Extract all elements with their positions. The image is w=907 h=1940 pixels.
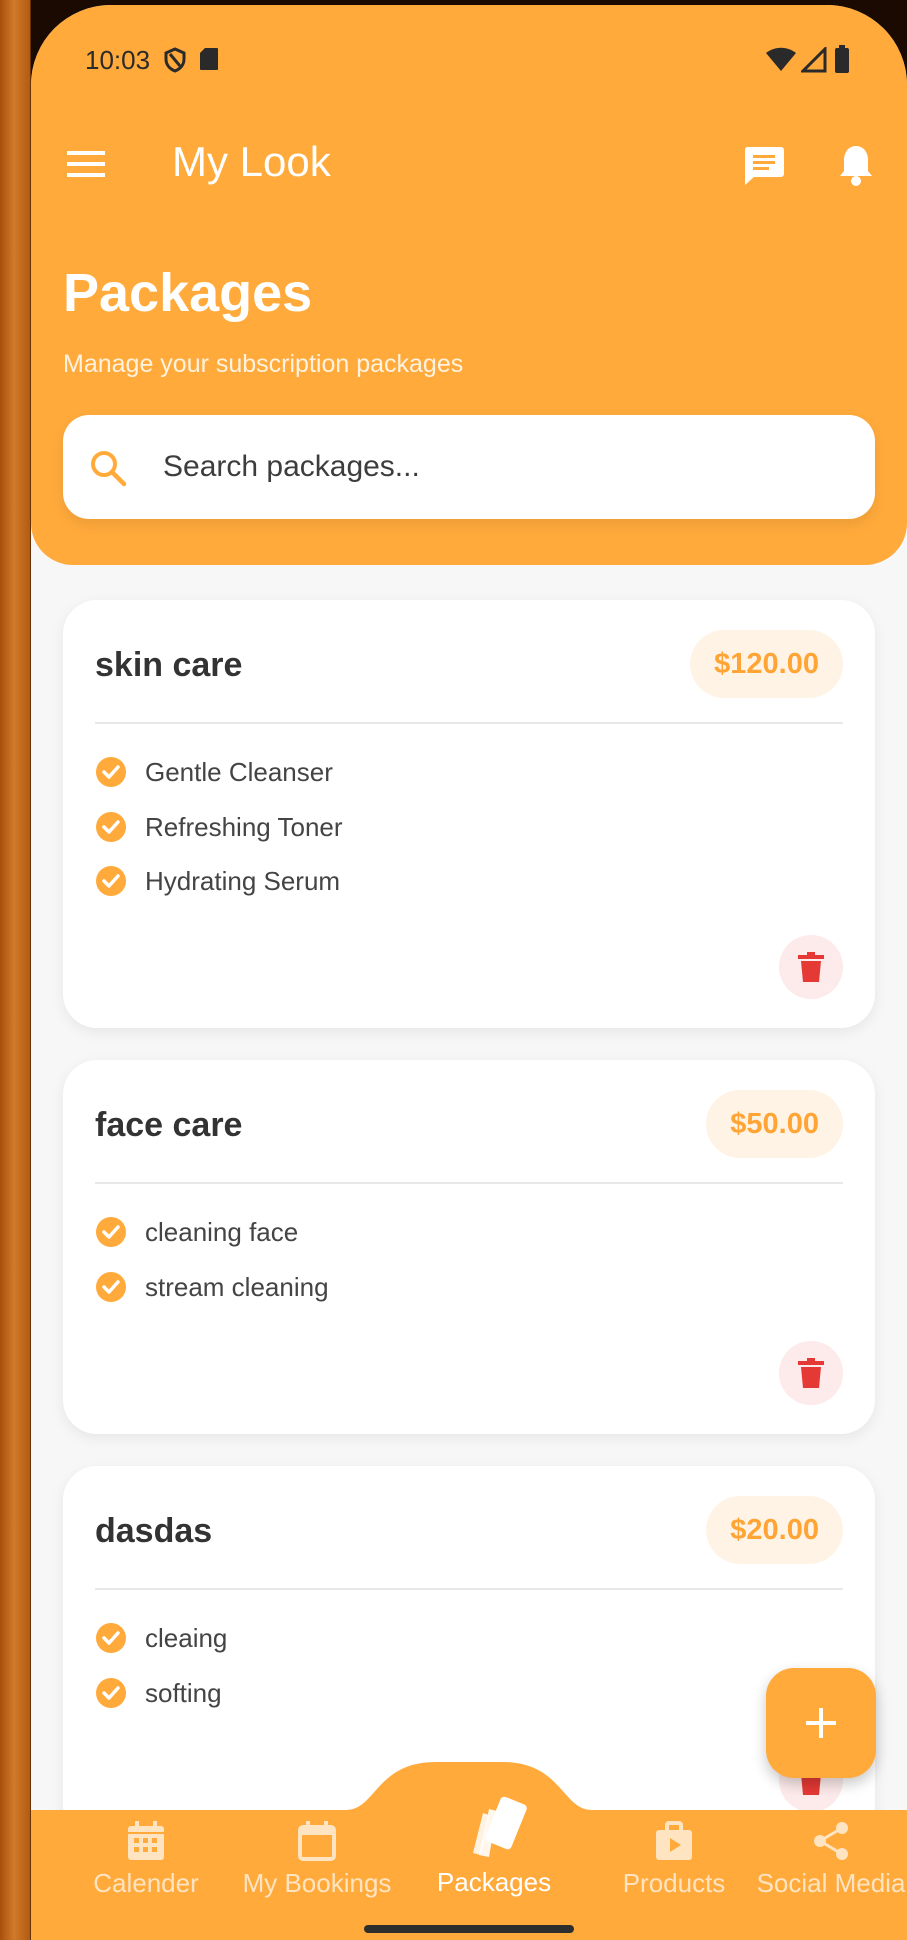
card-divider bbox=[95, 722, 843, 724]
check-circle-icon bbox=[96, 866, 126, 896]
card-divider bbox=[95, 1588, 843, 1590]
plus-icon bbox=[806, 1708, 836, 1738]
check-circle-icon bbox=[96, 1678, 126, 1708]
feature-label: stream cleaning bbox=[145, 1271, 329, 1302]
delete-package-button[interactable] bbox=[779, 1341, 843, 1405]
check-circle-icon bbox=[96, 757, 126, 787]
package-feature-item: Gentle Cleanser bbox=[95, 752, 333, 792]
nav-label: Calender bbox=[93, 1868, 199, 1898]
search-bar[interactable] bbox=[63, 415, 875, 519]
card-divider bbox=[95, 1182, 843, 1184]
feature-label: Hydrating Serum bbox=[145, 865, 341, 896]
check-circle-icon bbox=[96, 1623, 126, 1653]
nav-label: Packages bbox=[436, 1867, 552, 1897]
packages-icon bbox=[473, 1796, 527, 1857]
feature-label: Refreshing Toner bbox=[145, 811, 343, 842]
status-time: 10:03 bbox=[85, 45, 151, 75]
package-feature-item: softing bbox=[95, 1673, 222, 1713]
nav-label: Social Media bbox=[756, 1868, 906, 1898]
package-name: dasdas bbox=[95, 1512, 213, 1550]
shield-status-icon bbox=[164, 47, 186, 73]
nav-label: Products bbox=[622, 1868, 726, 1898]
nav-item-packages[interactable]: Packages bbox=[406, 1795, 582, 1898]
package-feature-item: Hydrating Serum bbox=[95, 861, 340, 901]
feature-label: softing bbox=[145, 1677, 222, 1708]
menu-icon[interactable] bbox=[67, 150, 105, 178]
phone-screen: 10:03 My Look Packages Manage your subsc… bbox=[31, 5, 907, 1940]
package-feature-item: cleaning face bbox=[95, 1212, 298, 1252]
chat-icon[interactable] bbox=[743, 145, 785, 187]
package-feature-item: Refreshing Toner bbox=[95, 807, 343, 847]
battery-icon bbox=[835, 45, 849, 73]
package-price-badge: $50.00 bbox=[706, 1090, 843, 1158]
nav-item-social-media[interactable]: Social Media bbox=[741, 1820, 907, 1899]
notification-bell-icon[interactable] bbox=[838, 143, 874, 187]
feature-label: cleaing bbox=[145, 1622, 228, 1653]
feature-label: Gentle Cleanser bbox=[145, 756, 333, 787]
page-subtitle: Manage your subscription packages bbox=[63, 350, 464, 378]
search-icon bbox=[91, 451, 127, 487]
calendar-grid-icon bbox=[128, 1821, 164, 1860]
header-panel: 10:03 My Look Packages Manage your subsc… bbox=[31, 5, 907, 565]
calendar-icon bbox=[298, 1821, 336, 1861]
package-feature-item: cleaing bbox=[95, 1618, 227, 1658]
nav-item-products[interactable]: Products bbox=[586, 1820, 762, 1899]
search-input[interactable] bbox=[163, 437, 843, 497]
package-feature-item: stream cleaning bbox=[95, 1267, 329, 1307]
delete-package-button[interactable] bbox=[779, 935, 843, 999]
feature-label: cleaning face bbox=[145, 1216, 299, 1247]
package-card[interactable]: skin care $120.00 Gentle Cleanser Refres… bbox=[63, 600, 875, 1028]
package-price-badge: $120.00 bbox=[690, 630, 843, 698]
page-title: Packages bbox=[63, 263, 313, 323]
nav-label: My Bookings bbox=[242, 1868, 392, 1898]
wifi-icon bbox=[766, 47, 796, 71]
signal-icon bbox=[801, 47, 827, 73]
package-card[interactable]: face care $50.00 cleaning face stream cl… bbox=[63, 1060, 875, 1434]
check-circle-icon bbox=[96, 812, 126, 842]
share-icon bbox=[814, 1822, 848, 1860]
sd-card-icon bbox=[200, 48, 218, 70]
app-title: My Look bbox=[172, 138, 331, 185]
nav-item-my-bookings[interactable]: My Bookings bbox=[229, 1820, 405, 1899]
package-price-badge: $20.00 bbox=[706, 1496, 843, 1564]
home-indicator[interactable] bbox=[364, 1925, 574, 1933]
package-name: skin care bbox=[95, 646, 243, 684]
shopping-bag-icon bbox=[656, 1821, 692, 1860]
package-name: face care bbox=[95, 1106, 243, 1144]
trash-icon bbox=[798, 1358, 824, 1388]
nav-item-calender[interactable]: Calender bbox=[58, 1820, 234, 1899]
check-circle-icon bbox=[96, 1217, 126, 1247]
trash-icon bbox=[798, 952, 824, 982]
check-circle-icon bbox=[96, 1272, 126, 1302]
